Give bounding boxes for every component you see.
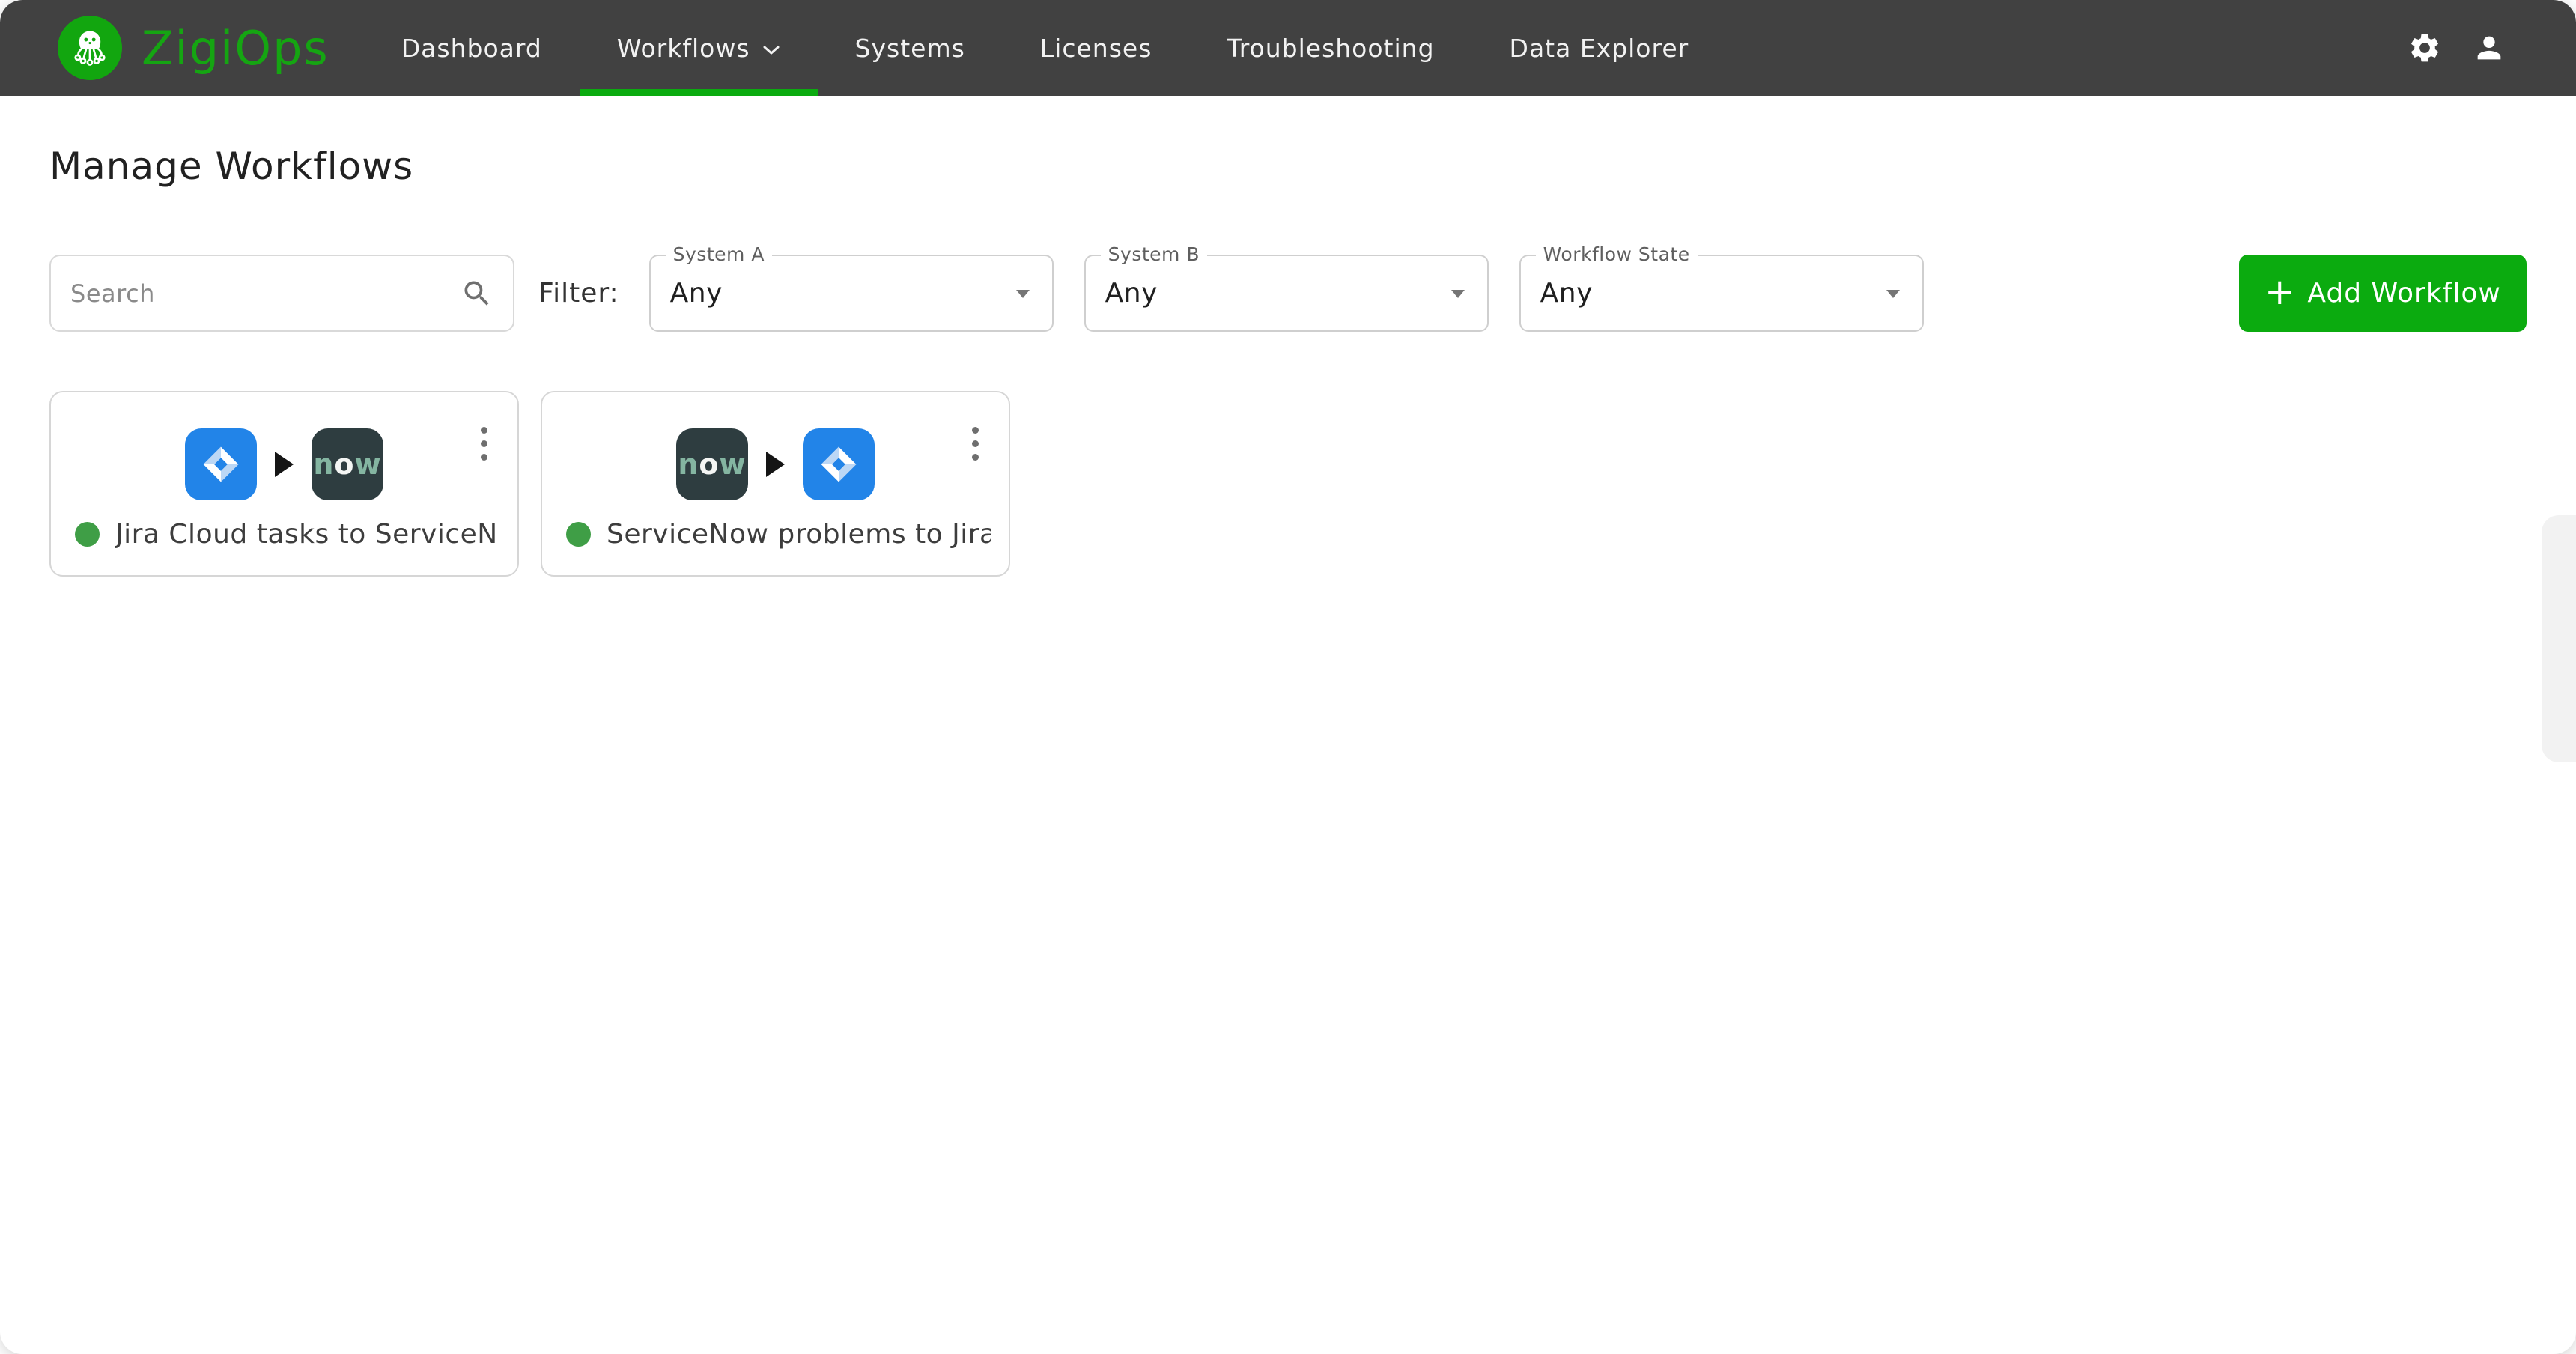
search-box <box>49 255 514 332</box>
brand[interactable]: ZigiOps <box>58 0 329 96</box>
workflow-card-servicenow-to-jira[interactable]: now ServiceNow problems to Jira … <box>541 391 1010 577</box>
nav-label: Systems <box>855 34 965 63</box>
select-value: Any <box>1086 278 1158 309</box>
page-title: Manage Workflows <box>49 144 2527 189</box>
nav-item-troubleshooting[interactable]: Troubleshooting <box>1189 0 1471 96</box>
nav-label: Dashboard <box>401 34 542 63</box>
filter-select-system-a[interactable]: System A Any <box>649 255 1054 332</box>
servicenow-icon: now <box>312 428 383 500</box>
status-row: ServiceNow problems to Jira … <box>566 519 991 550</box>
status-dot <box>75 522 100 547</box>
workflow-card-jira-to-servicenow[interactable]: now Jira Cloud tasks to ServiceNo… <box>49 391 519 577</box>
kebab-menu-icon[interactable] <box>967 422 983 465</box>
kebab-menu-icon[interactable] <box>476 422 492 465</box>
nav-item-workflows[interactable]: Workflows <box>580 0 818 96</box>
servicenow-icon: now <box>676 428 748 500</box>
add-workflow-label: Add Workflow <box>2307 278 2500 309</box>
nav-item-data-explorer[interactable]: Data Explorer <box>1472 0 1727 96</box>
status-dot <box>566 522 591 547</box>
workflow-cards: now Jira Cloud tasks to ServiceNo… now <box>49 391 2527 577</box>
play-arrow-icon <box>766 452 785 477</box>
select-caret-icon <box>1016 290 1030 298</box>
servicenow-logo-text: now <box>313 448 381 481</box>
app-window: ZigiOps Dashboard Workflows Systems Lice… <box>0 0 2576 1354</box>
select-label: System B <box>1101 243 1207 265</box>
zigiops-logo-icon <box>58 16 122 80</box>
select-label: Workflow State <box>1536 243 1698 265</box>
status-row: Jira Cloud tasks to ServiceNo… <box>75 519 499 550</box>
nav-label: Licenses <box>1040 34 1152 63</box>
select-caret-icon <box>1886 290 1900 298</box>
servicenow-logo-text: now <box>678 448 746 481</box>
search-input[interactable] <box>70 279 461 308</box>
jira-icon <box>185 428 257 500</box>
settings-gear-icon[interactable] <box>2407 30 2443 66</box>
nav-label: Data Explorer <box>1510 34 1689 63</box>
nav-item-dashboard[interactable]: Dashboard <box>364 0 580 96</box>
search-icon <box>461 277 493 310</box>
main-content: Manage Workflows Filter: System A Any Sy… <box>0 144 2576 577</box>
nav-label: Troubleshooting <box>1227 34 1434 63</box>
workflow-title: Jira Cloud tasks to ServiceNo… <box>115 519 499 550</box>
nav-item-systems[interactable]: Systems <box>818 0 1003 96</box>
integration-icons: now <box>542 428 1009 500</box>
select-value: Any <box>1521 278 1593 309</box>
scrollbar-thumb[interactable] <box>2542 515 2576 762</box>
nav-label: Workflows <box>617 34 750 63</box>
filter-select-system-b[interactable]: System B Any <box>1084 255 1489 332</box>
select-caret-icon <box>1451 290 1465 298</box>
workflow-title: ServiceNow problems to Jira … <box>607 519 991 550</box>
user-account-icon[interactable] <box>2471 30 2507 66</box>
jira-icon <box>803 428 875 500</box>
nav-actions <box>2407 0 2576 96</box>
navbar: ZigiOps Dashboard Workflows Systems Lice… <box>0 0 2576 96</box>
add-workflow-button[interactable]: + Add Workflow <box>2239 255 2527 332</box>
integration-icons: now <box>51 428 517 500</box>
chevron-down-icon <box>762 45 780 55</box>
plus-icon: + <box>2264 274 2295 310</box>
filter-label: Filter: <box>538 278 619 309</box>
select-value: Any <box>651 278 723 309</box>
select-label: System A <box>666 243 772 265</box>
nav-item-licenses[interactable]: Licenses <box>1003 0 1190 96</box>
filter-select-workflow-state[interactable]: Workflow State Any <box>1519 255 1924 332</box>
play-arrow-icon <box>275 452 294 477</box>
brand-name: ZigiOps <box>142 21 329 76</box>
main-nav: Dashboard Workflows Systems Licenses Tro… <box>364 0 1726 96</box>
controls-row: Filter: System A Any System B Any Workfl… <box>49 255 2527 332</box>
